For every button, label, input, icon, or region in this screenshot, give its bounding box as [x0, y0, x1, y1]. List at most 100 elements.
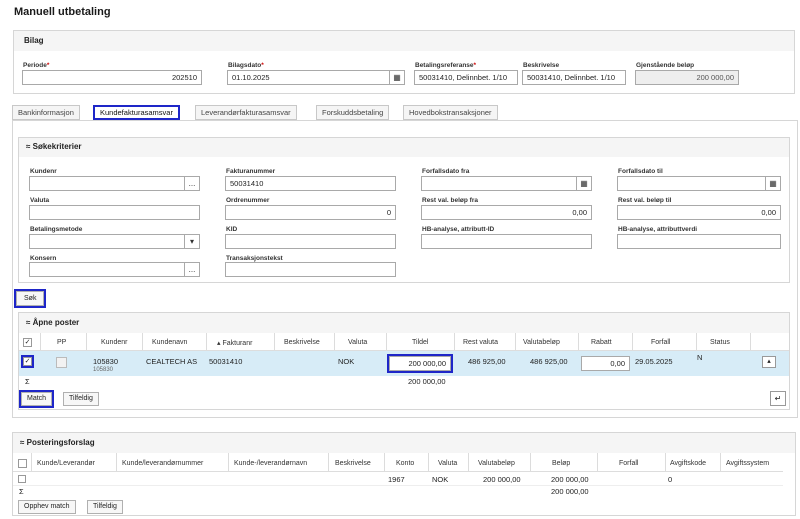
pcol-konto[interactable]: Konto [396, 460, 414, 467]
hb-id-label: HB-analyse, attributt-ID [422, 226, 495, 233]
valuta-input[interactable] [29, 205, 200, 220]
tildel-input[interactable]: 200 000,00 [387, 354, 453, 373]
cell-kundenr-sub: 105830 [93, 367, 114, 373]
kid-label: KID [226, 226, 238, 233]
fakturanummer-input[interactable]: 50031410 [225, 176, 396, 191]
bilagsdato-label: Bilagsdato* [228, 62, 264, 69]
fakturanummer-label: Fakturanummer [226, 168, 276, 175]
col-fakturanr[interactable]: ▴ Fakturanr [217, 339, 252, 347]
col-rest-valuta[interactable]: Rest valuta [463, 339, 498, 346]
cell-valutabelop: 486 925,00 [530, 357, 568, 366]
cell-kundenr: 105830 [93, 357, 119, 366]
forfall-til-input[interactable]: ▦ [617, 176, 781, 191]
rabatt-input[interactable]: 0,00 [581, 356, 630, 371]
lookup-icon[interactable]: ... [184, 263, 199, 276]
beskrivelse-input[interactable]: 50031410, Delinnbet. 1/10 [522, 70, 626, 85]
calendar-icon[interactable]: ▦ [389, 71, 404, 84]
periode-label: Periode* [23, 62, 50, 69]
tab-forskuddsbetaling[interactable]: Forskuddsbetaling [316, 105, 390, 120]
col-status[interactable]: Status [710, 339, 730, 346]
ordrenummer-label: Ordrenummer [226, 197, 270, 204]
posting-sum-symbol: Σ [19, 487, 24, 496]
forfall-fra-label: Forfallsdato fra [422, 168, 470, 175]
collapse-icon[interactable]: ≈ [26, 142, 33, 151]
col-pp: PP [57, 339, 67, 346]
search-button[interactable]: Søk [13, 289, 47, 308]
pcell-konto: 1967 [388, 475, 405, 484]
page-title: Manuell utbetaling [14, 6, 111, 18]
pcol-kunde-lev-navn[interactable]: Kunde-/leverandørnavn [234, 460, 307, 467]
pcol-kunde-lev[interactable]: Kunde/Leverandør [37, 460, 95, 467]
col-valutabelop[interactable]: Valutabeløp [523, 339, 560, 346]
select-all-checkbox[interactable]: ✓ [23, 338, 32, 347]
posting-title[interactable]: ≈ Posteringsforslag [20, 438, 95, 447]
cell-valuta: NOK [338, 357, 355, 366]
expand-up-icon[interactable]: ▴ [762, 356, 776, 368]
pcol-kunde-lev-nr[interactable]: Kunde/leverandørnummer [122, 460, 203, 467]
cell-kundenavn: CEALTECH AS [146, 357, 198, 366]
calendar-icon[interactable]: ▦ [576, 177, 591, 190]
posting-select-all[interactable] [18, 459, 27, 468]
hb-verdi-input[interactable] [617, 234, 781, 249]
col-beskrivelse[interactable]: Beskrivelse [284, 339, 320, 346]
lookup-icon[interactable]: ... [184, 177, 199, 190]
return-icon[interactable]: ↵ [770, 391, 786, 406]
col-kundenr[interactable]: Kundenr [101, 339, 127, 346]
kid-input[interactable] [225, 234, 396, 249]
chevron-down-icon[interactable]: ▾ [184, 235, 199, 248]
pcell-belop: 200 000,00 [551, 475, 589, 484]
tab-bankinformasjon[interactable]: Bankinformasjon [12, 105, 80, 120]
open-items-title[interactable]: ≈ Åpne poster [26, 318, 79, 327]
calendar-icon[interactable]: ▦ [765, 177, 780, 190]
gjenstaende-value: 200 000,00 [635, 70, 739, 85]
row-checkbox[interactable]: ✓ [21, 355, 34, 368]
pcol-belop[interactable]: Beløp [552, 460, 570, 467]
konsern-input[interactable]: ... [29, 262, 200, 277]
tab-hovedbokstransaksjoner[interactable]: Hovedbokstransaksjoner [403, 105, 498, 120]
pcol-valutabelop[interactable]: Valutabeløp [478, 460, 515, 467]
pcol-avgiftssystem[interactable]: Avgiftssystem [726, 460, 769, 467]
transtekst-input[interactable] [225, 262, 396, 277]
pcol-valuta[interactable]: Valuta [438, 460, 457, 467]
match-button[interactable]: Match [18, 390, 55, 408]
gjenstaende-label: Gjenstående beløp [636, 62, 695, 69]
collapse-icon[interactable]: ≈ [26, 318, 33, 327]
transtekst-label: Transaksjonstekst [226, 255, 283, 262]
tilfeldig-button[interactable]: Tilfeldig [63, 392, 99, 406]
rest-til-input[interactable]: 0,00 [617, 205, 781, 220]
col-rabatt[interactable]: Rabatt [591, 339, 612, 346]
divider [13, 485, 783, 486]
hb-id-input[interactable] [421, 234, 592, 249]
sum-symbol: Σ [25, 377, 30, 386]
beskrivelse-label: Beskrivelse [523, 62, 560, 69]
rest-fra-label: Rest val. beløp fra [422, 197, 478, 204]
pp-checkbox[interactable] [56, 357, 67, 368]
periode-input[interactable]: 202510 [22, 70, 202, 85]
forfall-fra-input[interactable]: ▦ [421, 176, 592, 191]
betref-input[interactable]: 50031410, Delinnbet. 1/10 [414, 70, 518, 85]
bilag-title: Bilag [24, 36, 44, 45]
bilagsdato-input[interactable]: 01.10.2025 ▦ [227, 70, 405, 85]
posting-row-checkbox[interactable] [18, 475, 26, 483]
pcol-beskrivelse[interactable]: Beskrivelse [335, 460, 371, 467]
tab-kundefakturasamsvar[interactable]: Kundefakturasamsvar [93, 105, 180, 120]
tab-leverandorfakturasamsvar[interactable]: Leverandørfakturasamsvar [195, 105, 297, 120]
hb-verdi-label: HB-analyse, attributtverdi [618, 226, 698, 233]
posting-tilfeldig-button[interactable]: Tilfeldig [87, 500, 123, 514]
opphev-match-button[interactable]: Opphev match [18, 500, 76, 514]
collapse-icon[interactable]: ≈ [20, 438, 27, 447]
pcol-avgiftskode[interactable]: Avgiftskode [670, 460, 706, 467]
col-kundenavn[interactable]: Kundenavn [152, 339, 187, 346]
rest-fra-input[interactable]: 0,00 [421, 205, 592, 220]
konsern-label: Konsern [30, 255, 57, 262]
ordrenummer-input[interactable]: 0 [225, 205, 396, 220]
cell-fakturanr: 50031410 [209, 357, 243, 366]
col-forfall[interactable]: Forfall [651, 339, 670, 346]
kundenr-input[interactable]: ... [29, 176, 200, 191]
betalingsmetode-select[interactable]: ▾ [29, 234, 200, 249]
search-title[interactable]: ≈ Søkekriterier [26, 142, 82, 151]
rest-til-label: Rest val. beløp til [618, 197, 672, 204]
col-valuta[interactable]: Valuta [348, 339, 367, 346]
pcol-forfall[interactable]: Forfall [619, 460, 638, 467]
col-tildel[interactable]: Tildel [412, 339, 428, 346]
